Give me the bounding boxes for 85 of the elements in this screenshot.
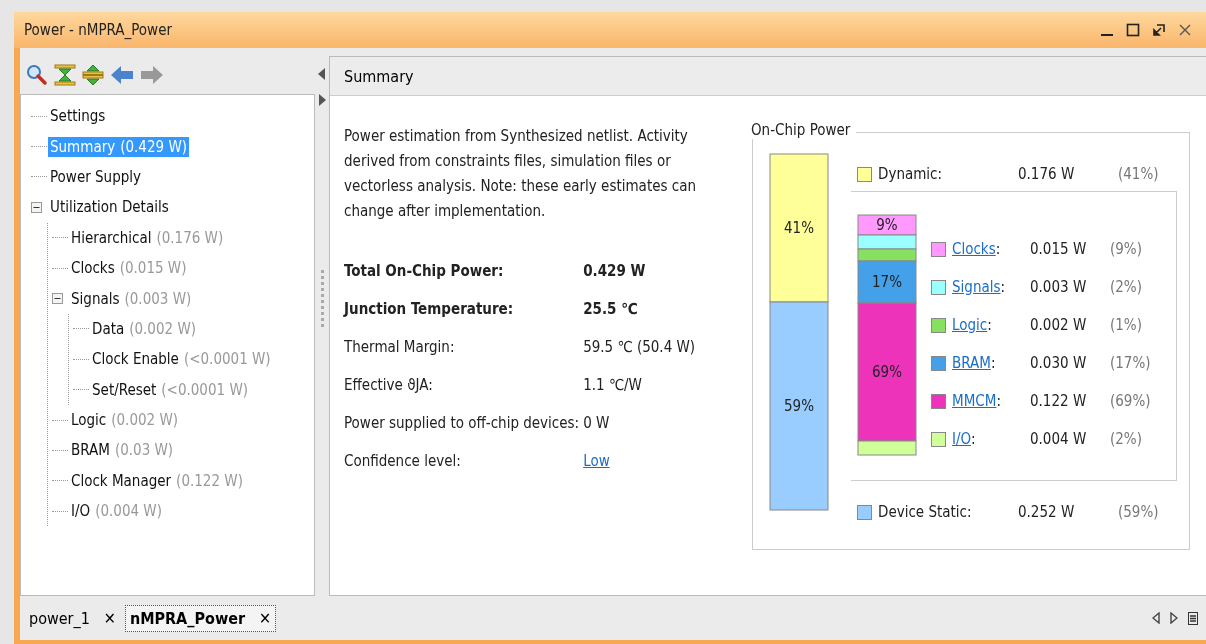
property-value: 25.5 ℃ xyxy=(583,299,639,320)
colon-text: : xyxy=(995,240,1001,258)
maximize-icon[interactable] xyxy=(1126,23,1140,37)
legend-percent: (2%) xyxy=(1110,429,1143,450)
legend-value: 0.030 W xyxy=(1030,353,1088,374)
legend-label: Device Static: xyxy=(878,503,973,521)
scroll-right-icon[interactable] xyxy=(1170,612,1178,624)
tree-item[interactable]: Clock Enable (<0.0001 W) xyxy=(90,349,273,370)
legend-value: 0.176 W xyxy=(1018,165,1076,183)
window-title: Power - nMPRA_Power xyxy=(24,21,172,39)
legend-link[interactable]: I/O xyxy=(952,430,971,448)
legend-value: 0.122 W xyxy=(1030,391,1088,412)
legend-link[interactable]: BRAM xyxy=(952,354,991,372)
float-window-icon[interactable] xyxy=(1152,23,1166,37)
legend-value: 0.004 W xyxy=(1030,429,1088,450)
colon-text: : xyxy=(987,316,992,334)
document-tab[interactable]: nMPRA_Power ✕ xyxy=(124,604,277,632)
document-tab[interactable]: power_1 ✕ xyxy=(24,604,121,632)
tree-item[interactable]: BRAM (0.03 W) xyxy=(69,440,176,461)
collapse-all-icon[interactable] xyxy=(54,64,76,86)
property-value: 0.429 W xyxy=(583,261,647,282)
tree-item[interactable]: Set/Reset (<0.0001 W) xyxy=(90,379,251,400)
legend-label: Dynamic: xyxy=(878,165,944,183)
legend-percent: (1%) xyxy=(1110,315,1143,336)
bar-label: 9% xyxy=(876,216,898,234)
legend-percent: (17%) xyxy=(1110,353,1151,374)
property-value: 1.1 ℃/W xyxy=(583,375,643,396)
bar-label: 17% xyxy=(872,273,902,291)
tree-item[interactable]: Data (0.002 W) xyxy=(90,318,199,339)
legend-link[interactable]: Signals xyxy=(952,278,1001,296)
legend-percent: (69%) xyxy=(1110,391,1151,412)
legend-value: 0.252 W xyxy=(1018,503,1076,521)
scroll-left-icon[interactable] xyxy=(1152,612,1160,624)
tree-item[interactable]: I/O (0.004 W) xyxy=(69,501,164,522)
property-label: Confidence level: xyxy=(344,451,462,472)
colon-text: : xyxy=(990,354,996,372)
legend-value: 0.002 W xyxy=(1030,315,1088,336)
tree-item[interactable]: Hierarchical (0.176 W) xyxy=(69,227,226,248)
property-label: Power supplied to off-chip devices: xyxy=(344,413,580,434)
property-label: Junction Temperature: xyxy=(344,299,515,320)
bar-label: 69% xyxy=(872,363,902,381)
collapse-icon[interactable] xyxy=(31,201,42,213)
description-text: Power estimation from Synthesized netlist. Activity derived from constraints files, simulation files or vectorless analysis. Note: these early estimates can change after implementation. xyxy=(344,126,698,222)
colon-text: : xyxy=(1000,278,1006,296)
tree-item[interactable]: Clock Manager (0.122 W) xyxy=(69,470,245,491)
legend-percent: (59%) xyxy=(1118,503,1159,521)
legend-percent: (2%) xyxy=(1110,277,1143,298)
collapse-icon[interactable] xyxy=(52,293,63,305)
legend-percent: (41%) xyxy=(1118,165,1159,183)
collapse-left-icon[interactable] xyxy=(318,68,327,80)
back-arrow-icon[interactable] xyxy=(110,64,134,86)
bar-label: 41% xyxy=(784,219,814,237)
tree-item[interactable]: Signals (0.003 W) xyxy=(69,288,194,309)
legend-value: 0.015 W xyxy=(1030,239,1088,260)
expand-right-icon[interactable] xyxy=(318,94,327,106)
tab-list-icon[interactable] xyxy=(1188,611,1198,625)
tab-label: power_1 xyxy=(29,608,90,628)
tree-item[interactable]: Utilization Details xyxy=(48,197,171,218)
property-value: 59.5 ℃ (50.4 W) xyxy=(583,337,697,358)
search-icon[interactable] xyxy=(26,64,48,86)
close-tab-icon[interactable]: ✕ xyxy=(259,608,272,628)
legend-percent: (9%) xyxy=(1110,239,1143,260)
property-label: Total On-Chip Power: xyxy=(344,261,505,282)
close-tab-icon[interactable]: ✕ xyxy=(103,608,116,628)
property-value: 0 W xyxy=(583,413,611,434)
tree-item[interactable]: Settings xyxy=(48,106,108,127)
colon-text: : xyxy=(970,430,976,448)
tree-item[interactable]: Power Supply xyxy=(48,166,144,187)
legend-link[interactable]: Clocks xyxy=(952,240,996,258)
legend-link[interactable]: MMCM xyxy=(952,392,997,410)
legend-value: 0.003 W xyxy=(1030,277,1088,298)
colon-text: : xyxy=(996,392,1001,410)
close-icon[interactable] xyxy=(1178,23,1192,37)
tree-item[interactable]: Clocks (0.015 W) xyxy=(69,258,189,279)
group-title: On-Chip Power xyxy=(751,121,857,139)
property-label: Thermal Margin: xyxy=(344,337,456,358)
expand-all-icon[interactable] xyxy=(82,64,104,86)
tree-item[interactable]: Logic (0.002 W) xyxy=(69,410,181,431)
tab-label: nMPRA_Power xyxy=(129,608,246,628)
property-label: Effective ϑJA: xyxy=(344,375,434,396)
confidence-link[interactable]: Low xyxy=(583,452,610,470)
panel-title: Summary xyxy=(344,66,414,86)
legend-link[interactable]: Logic xyxy=(952,316,988,334)
splitter-grip-icon[interactable] xyxy=(320,270,324,330)
bar-label: 59% xyxy=(784,397,814,415)
